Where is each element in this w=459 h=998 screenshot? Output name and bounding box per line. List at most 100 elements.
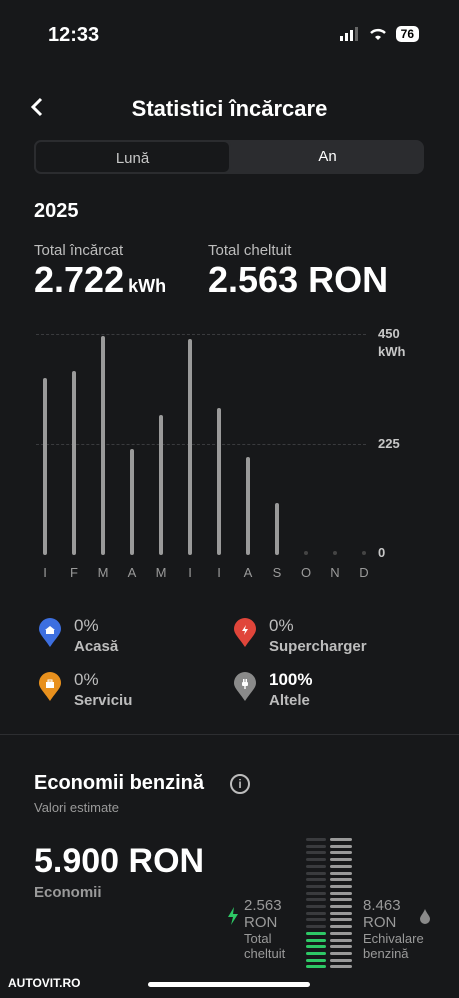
gauge-line-left bbox=[306, 938, 326, 942]
gauge-line-right bbox=[330, 958, 352, 962]
bolt-icon bbox=[228, 907, 238, 925]
gauge-line-right bbox=[330, 931, 352, 935]
fuel-side-unit: RON bbox=[363, 914, 397, 931]
gauge-line-right bbox=[330, 851, 352, 855]
grid-line-top bbox=[36, 334, 366, 335]
plug-icon bbox=[234, 672, 256, 701]
gauge-line-right bbox=[330, 945, 352, 949]
legend-pct: 100% bbox=[269, 670, 313, 689]
savings-subtitle: Valori estimate bbox=[34, 800, 120, 815]
savings-title: Economii benzină bbox=[34, 772, 205, 794]
home-icon bbox=[39, 618, 61, 647]
x-tick-label: F bbox=[70, 565, 78, 580]
gauge-line-left bbox=[306, 878, 326, 882]
legend-name: Serviciu bbox=[74, 692, 133, 709]
spent-side-l2: cheltuit bbox=[244, 946, 286, 961]
gauge-line-left bbox=[306, 871, 326, 875]
y-unit: kWh bbox=[378, 344, 406, 359]
gauge-line-right bbox=[330, 844, 352, 848]
info-icon[interactable]: i bbox=[230, 774, 250, 794]
x-tick-label: M bbox=[155, 565, 167, 580]
bar-6[interactable] bbox=[217, 407, 221, 555]
gauge-line-left bbox=[306, 951, 326, 955]
savings-value: 5.900 RON bbox=[34, 842, 205, 880]
gauge-line-right bbox=[330, 838, 352, 841]
gauge-line-left bbox=[306, 931, 326, 935]
bolt-icon bbox=[234, 618, 256, 647]
x-tick-label: A bbox=[127, 565, 137, 580]
gauge-line-right bbox=[330, 864, 352, 868]
gauge-line-left bbox=[306, 844, 326, 848]
legend-name: Supercharger bbox=[269, 638, 367, 655]
empty-month-dot bbox=[333, 551, 337, 555]
x-tick-label: N bbox=[330, 565, 340, 580]
gauge-line-right bbox=[330, 905, 352, 908]
gauge-line-left bbox=[306, 965, 326, 969]
legend-name: Acasă bbox=[74, 638, 119, 655]
fuel-side-l1: Echivalare bbox=[363, 931, 424, 946]
bar-0[interactable] bbox=[43, 378, 47, 555]
savings-gauge bbox=[306, 838, 352, 972]
fuel-side-l2: benzină bbox=[363, 946, 409, 961]
bar-1[interactable] bbox=[72, 370, 76, 555]
gauge-line-right bbox=[330, 858, 352, 862]
fuel-side-num: 8.463 bbox=[363, 897, 401, 914]
briefcase-icon bbox=[39, 672, 61, 701]
x-tick-label: O bbox=[300, 565, 312, 580]
bar-8[interactable] bbox=[275, 503, 279, 555]
gauge-line-left bbox=[306, 958, 326, 962]
gauge-line-left bbox=[306, 918, 326, 922]
grid-line-mid bbox=[36, 444, 366, 445]
gauge-line-left bbox=[306, 851, 326, 855]
x-tick-label: A bbox=[243, 565, 253, 580]
gauge-line-right bbox=[330, 891, 352, 895]
legend-pct: 0% bbox=[74, 616, 99, 635]
savings-label: Economii bbox=[34, 884, 102, 901]
spent-side: 2.563 RON Total cheltuit bbox=[244, 897, 285, 961]
gauge-line-left bbox=[306, 898, 326, 902]
gauge-line-right bbox=[330, 951, 352, 955]
y-tick-top: 450 bbox=[378, 326, 400, 341]
gauge-line-right bbox=[330, 871, 352, 875]
spent-side-l1: Total bbox=[244, 931, 272, 946]
bar-2[interactable] bbox=[101, 336, 105, 555]
gauge-line-left bbox=[306, 905, 326, 908]
gauge-line-left bbox=[306, 858, 326, 862]
gauge-line-right bbox=[330, 878, 352, 882]
section-divider bbox=[0, 734, 459, 735]
gauge-line-right bbox=[330, 884, 352, 888]
gauge-line-left bbox=[306, 864, 326, 868]
monthly-chart: 450 kWh 225 0 I F M A M I I A S O N D bbox=[0, 0, 459, 600]
gauge-line-left bbox=[306, 925, 326, 929]
gauge-line-left bbox=[306, 911, 326, 915]
home-indicator[interactable] bbox=[148, 982, 310, 987]
y-tick-bottom: 0 bbox=[378, 545, 386, 560]
gauge-line-right bbox=[330, 965, 352, 969]
gauge-line-right bbox=[330, 911, 352, 915]
bar-3[interactable] bbox=[130, 449, 134, 555]
gauge-line-right bbox=[330, 898, 352, 902]
x-tick-label: S bbox=[272, 565, 282, 580]
gauge-line-left bbox=[306, 884, 326, 888]
bar-4[interactable] bbox=[159, 415, 163, 555]
fuel-side: 8.463 RON Echivalare benzină bbox=[363, 897, 424, 961]
bar-5[interactable] bbox=[188, 338, 192, 555]
gauge-line-left bbox=[306, 945, 326, 949]
spent-side-num: 2.563 bbox=[244, 897, 282, 914]
legend-pct: 0% bbox=[74, 670, 99, 689]
x-tick-label: D bbox=[359, 565, 369, 580]
x-tick-label: I bbox=[43, 565, 47, 580]
x-tick-label: I bbox=[188, 565, 192, 580]
gauge-line-left bbox=[306, 838, 326, 841]
fuel-drop-icon bbox=[420, 909, 430, 924]
spent-side-unit: RON bbox=[244, 914, 278, 931]
empty-month-dot bbox=[362, 551, 366, 555]
watermark: AUTOVIT.RO bbox=[8, 976, 81, 990]
gauge-line-right bbox=[330, 938, 352, 942]
x-tick-label: I bbox=[217, 565, 221, 580]
x-tick-label: M bbox=[97, 565, 109, 580]
legend-pct: 0% bbox=[269, 616, 294, 635]
bar-7[interactable] bbox=[246, 456, 250, 555]
y-tick-mid: 225 bbox=[378, 436, 400, 451]
gauge-line-left bbox=[306, 891, 326, 895]
